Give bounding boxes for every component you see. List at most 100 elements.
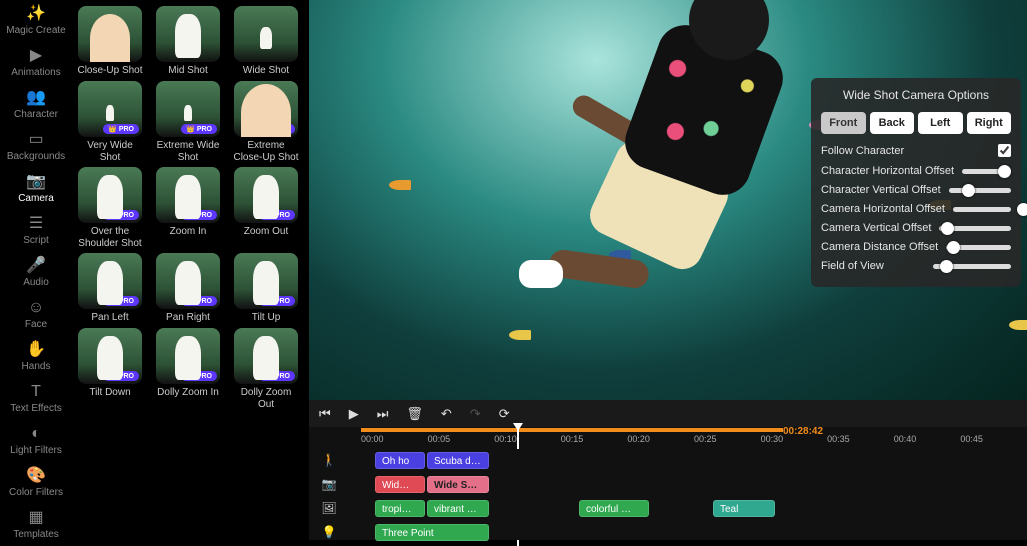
shot-thumbnail: 👑 PRO <box>78 328 142 384</box>
pro-badge: 👑 PRO <box>259 371 295 381</box>
sidebar-item-light-filters[interactable]: ◐Light Filters <box>0 420 72 462</box>
sidebar-item-hands[interactable]: ✋ Hands <box>0 336 72 378</box>
shot-label: Dolly Zoom Out <box>232 387 300 410</box>
timeline-clip[interactable]: Scuba d… <box>427 452 489 469</box>
timeline-track: 📷Wid…Wide Shot <box>309 473 1027 495</box>
shot-wide-shot[interactable]: Wide Shot <box>232 6 300 77</box>
play-button[interactable]: ▶ <box>349 406 359 422</box>
ruler-tick: 00:20 <box>627 434 694 444</box>
slider-track[interactable] <box>946 245 1011 250</box>
timeline-clip[interactable]: Wide Shot <box>427 476 489 493</box>
timeline-filled-region <box>361 428 783 432</box>
shot-label: Very Wide Shot <box>76 140 144 163</box>
track-icon: 🚶 <box>309 453 349 467</box>
delete-button[interactable]: 🗑 <box>406 406 423 422</box>
sidebar-item-magic-create[interactable]: ✨Magic Create <box>0 0 72 42</box>
slider-knob[interactable] <box>941 222 954 235</box>
timeline-ruler[interactable]: 00:0000:0500:1000:1500:2000:2500:3000:35… <box>309 427 1027 449</box>
ruler-tick: 00:35 <box>827 434 894 444</box>
hands-icon: ✋ <box>26 342 46 358</box>
preview-viewport[interactable]: Wide Shot Camera Options FrontBackLeftRi… <box>309 0 1027 400</box>
redo-button[interactable]: ↷ <box>470 406 481 422</box>
slider-track[interactable] <box>949 188 1011 193</box>
sidebar-item-face[interactable]: ☺Face <box>0 294 72 336</box>
pro-badge: 👑 PRO <box>181 371 217 381</box>
timeline-clip[interactable]: Oh ho <box>375 452 425 469</box>
shot-dolly-zoom-out[interactable]: 👑 PRO Dolly Zoom Out <box>232 328 300 410</box>
sidebar-item-label: Text Effects <box>10 403 62 414</box>
slider-knob[interactable] <box>998 165 1011 178</box>
timeline-clip[interactable]: colorful … <box>579 500 649 517</box>
shot-very-wide-shot[interactable]: 👑 PROVery Wide Shot <box>76 81 144 163</box>
sidebar-item-label: Script <box>23 235 49 246</box>
view-right-button[interactable]: Right <box>967 112 1012 134</box>
shot-extreme-close-up-shot[interactable]: 👑 PROExtreme Close-Up Shot <box>232 81 300 163</box>
sidebar-item-text-effects[interactable]: TText Effects <box>0 378 72 420</box>
face-icon: ☺ <box>28 300 44 316</box>
track-icon: 🖼 <box>309 501 349 515</box>
shot-label: Pan Left <box>91 312 128 324</box>
shot-dolly-zoom-in[interactable]: 👑 PRO Dolly Zoom In <box>154 328 222 410</box>
undo-button[interactable]: ↶ <box>441 406 452 422</box>
sidebar-item-label: Hands <box>22 361 51 372</box>
ruler-tick: 00:15 <box>561 434 628 444</box>
refresh-button[interactable]: ⟳ <box>499 406 510 422</box>
sidebar-item-camera[interactable]: 📷Camera <box>0 168 72 210</box>
shot-pan-left[interactable]: 👑 PROPan Left <box>76 253 144 324</box>
shot-zoom-in[interactable]: 👑 PROZoom In <box>154 167 222 249</box>
shot-mid-shot[interactable]: Mid Shot <box>154 6 222 77</box>
shot-pan-right[interactable]: 👑 PROPan Right <box>154 253 222 324</box>
timeline-clip[interactable]: vibrant … <box>427 500 489 517</box>
sidebar-item-character[interactable]: 👥Character <box>0 84 72 126</box>
sidebar-item-backgrounds[interactable]: ▭Backgrounds <box>0 126 72 168</box>
view-front-button[interactable]: Front <box>821 112 866 134</box>
sidebar-item-audio[interactable]: 🎤Audio <box>0 252 72 294</box>
slider-knob[interactable] <box>962 184 975 197</box>
slider-label: Camera Vertical Offset <box>821 222 931 234</box>
slider-track[interactable] <box>939 226 1011 231</box>
follow-character-checkbox[interactable] <box>998 144 1011 157</box>
shot-over-the-shoulder-shot[interactable]: 👑 PROOver the Shoulder Shot <box>76 167 144 249</box>
playback-controls: ⏮ ▶ ⏭ 🗑 ↶ ↷ ⟳ <box>309 400 1027 427</box>
slider-track[interactable] <box>933 264 1011 269</box>
magic-create-icon: ✨ <box>26 6 46 22</box>
shot-label: Wide Shot <box>243 65 289 77</box>
slider-knob[interactable] <box>940 260 953 273</box>
shot-thumbnail: 👑 PRO <box>234 81 298 137</box>
sidebar-item-label: Camera <box>18 193 54 204</box>
shot-extreme-wide-shot[interactable]: 👑 PROExtreme Wide Shot <box>154 81 222 163</box>
shot-label: Dolly Zoom In <box>157 387 219 399</box>
sidebar-item-label: Color Filters <box>9 487 63 498</box>
color-filters-icon: 🎨 <box>26 468 46 484</box>
slider-knob[interactable] <box>1017 203 1027 216</box>
sidebar-item-color-filters[interactable]: 🎨 Color Filters <box>0 462 72 504</box>
timeline-clip[interactable]: Wid… <box>375 476 425 493</box>
view-back-button[interactable]: Back <box>870 112 915 134</box>
shot-close-up-shot[interactable]: Close-Up Shot <box>76 6 144 77</box>
character-icon: 👥 <box>26 90 46 106</box>
shot-tilt-up[interactable]: 👑 PROTilt Up <box>232 253 300 324</box>
slider-knob[interactable] <box>947 241 960 254</box>
follow-character-row: Follow Character <box>821 144 1011 157</box>
go-start-button[interactable]: ⏮ <box>319 406 331 422</box>
scene-fish <box>1009 320 1027 330</box>
ruler-tick: 00:05 <box>428 434 495 444</box>
timeline-clip[interactable]: Three Point <box>375 524 489 541</box>
current-time-label: 00:28:42 <box>783 426 823 437</box>
slider-row: Character Vertical Offset <box>821 184 1011 196</box>
shot-zoom-out[interactable]: 👑 PROZoom Out <box>232 167 300 249</box>
shot-label: Zoom Out <box>244 226 288 238</box>
sidebar-item-script[interactable]: ☰Script <box>0 210 72 252</box>
view-left-button[interactable]: Left <box>918 112 963 134</box>
ruler-tick: 00:25 <box>694 434 761 444</box>
sidebar-item-label: Light Filters <box>10 445 62 456</box>
timeline-clip[interactable]: Teal <box>713 500 775 517</box>
view-direction-buttons: FrontBackLeftRight <box>821 112 1011 134</box>
shot-tilt-down[interactable]: 👑 PROTilt Down <box>76 328 144 410</box>
slider-track[interactable] <box>953 207 1011 212</box>
sidebar-item-animations[interactable]: ▶Animations <box>0 42 72 84</box>
timeline-clip[interactable]: tropi… <box>375 500 425 517</box>
slider-track[interactable] <box>962 169 1011 174</box>
timeline-ticks: 00:0000:0500:1000:1500:2000:2500:3000:35… <box>361 434 1027 444</box>
go-end-button[interactable]: ⏭ <box>377 406 389 422</box>
